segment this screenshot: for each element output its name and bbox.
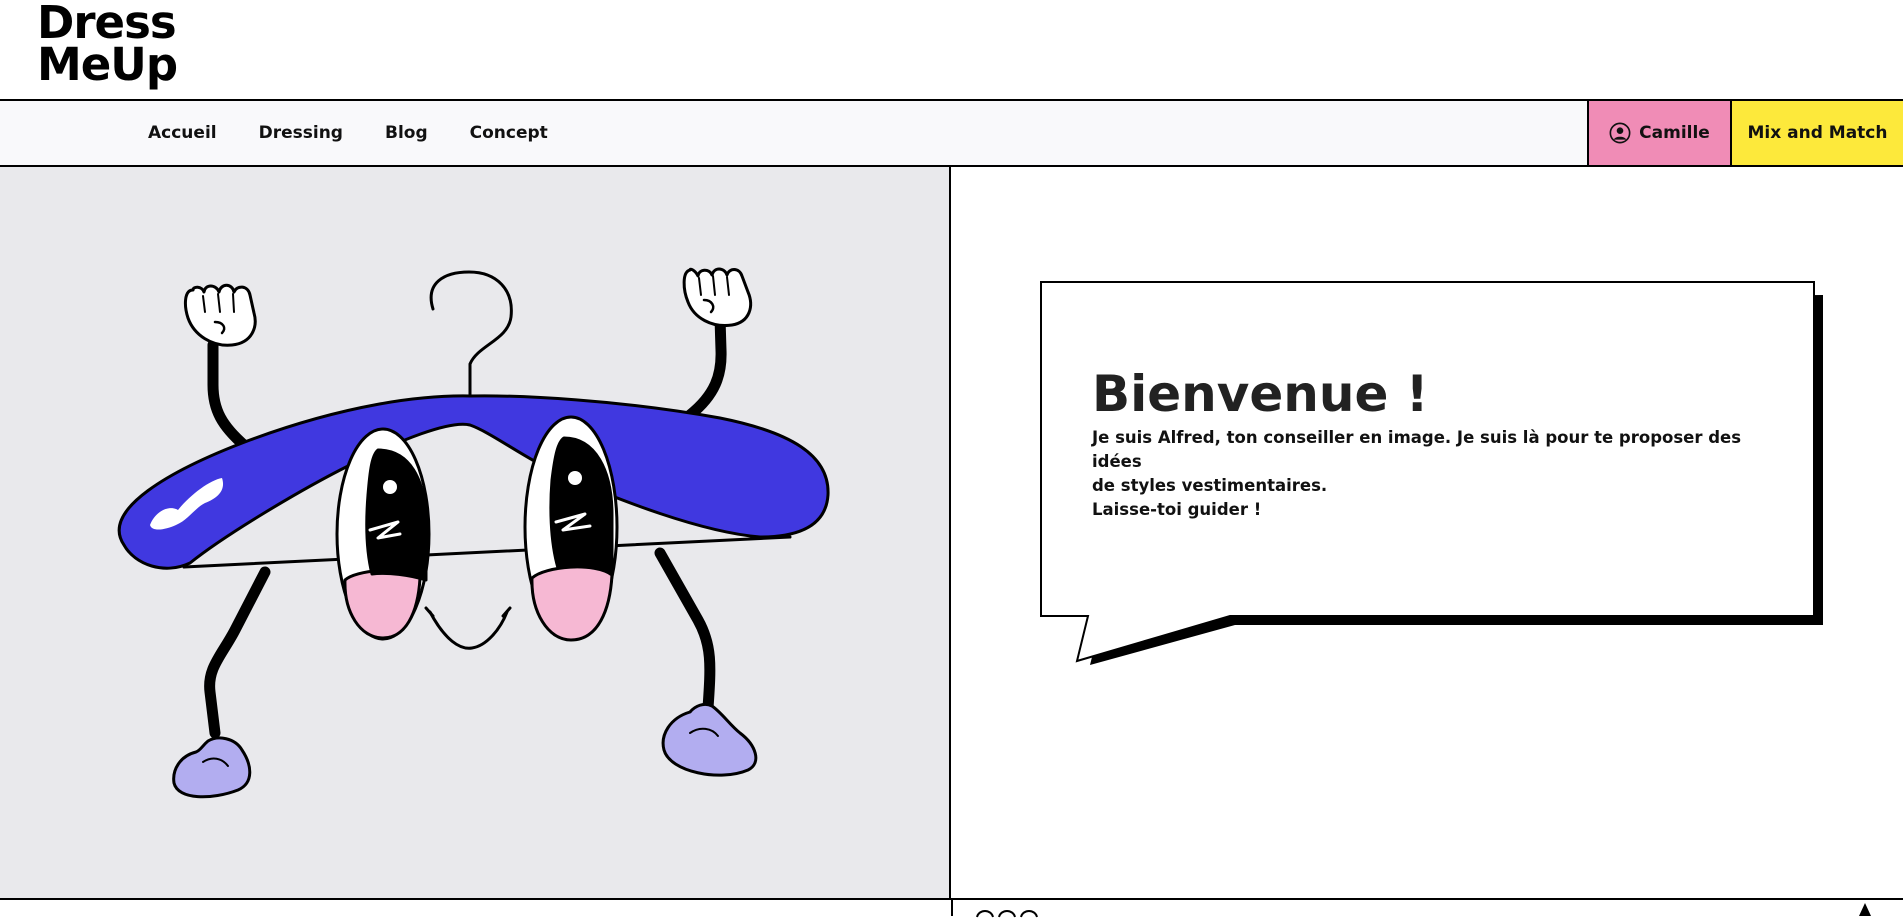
dots-decoration-icon [976, 910, 1038, 918]
logo[interactable]: Dress MeUp [37, 0, 178, 91]
welcome-title: Bienvenue ! [1092, 365, 1429, 423]
header: Dress MeUp [0, 0, 1903, 99]
right-arm [684, 312, 727, 421]
user-name: Camille [1639, 123, 1710, 143]
left-fist [183, 283, 257, 347]
mascot-smile [428, 610, 509, 650]
mascot-panel [0, 167, 951, 898]
nav-link-blog[interactable]: Blog [385, 123, 428, 143]
left-arm [207, 339, 251, 452]
user-icon [1609, 122, 1631, 144]
main-navigation: Accueil Dressing Blog Concept Camille Mi… [0, 99, 1903, 167]
speech-bubble-content: Bienvenue ! Je suis Alfred, ton conseill… [1092, 362, 1762, 522]
logo-line-2: MeUp [37, 38, 178, 91]
welcome-text-line-2: de styles vestimentaires. [1092, 476, 1328, 495]
right-leg [654, 547, 716, 714]
nav-link-accueil[interactable]: Accueil [148, 123, 217, 143]
right-fist [682, 267, 753, 328]
left-shoe [172, 736, 252, 799]
hanger-hook [429, 270, 513, 400]
nav-links: Accueil Dressing Blog Concept [148, 101, 548, 165]
hanger-crossbar [182, 535, 792, 569]
right-shoe [661, 702, 758, 777]
right-eye [523, 415, 619, 642]
left-eye [335, 427, 431, 641]
arrow-up-icon[interactable] [1858, 902, 1872, 916]
nav-link-concept[interactable]: Concept [470, 123, 548, 143]
welcome-text-line-3: Laisse-toi guider ! [1092, 500, 1262, 519]
welcome-text-line-1: Je suis Alfred, ton conseiller en image.… [1092, 428, 1742, 471]
nav-link-dressing[interactable]: Dressing [259, 123, 343, 143]
mix-and-match-label: Mix and Match [1747, 123, 1888, 143]
user-account-button[interactable]: Camille [1587, 101, 1730, 165]
mix-and-match-button[interactable]: Mix and Match [1730, 101, 1903, 165]
hanger-mascot-illustration [117, 267, 830, 799]
left-leg [204, 566, 271, 739]
section-divider [951, 898, 953, 916]
